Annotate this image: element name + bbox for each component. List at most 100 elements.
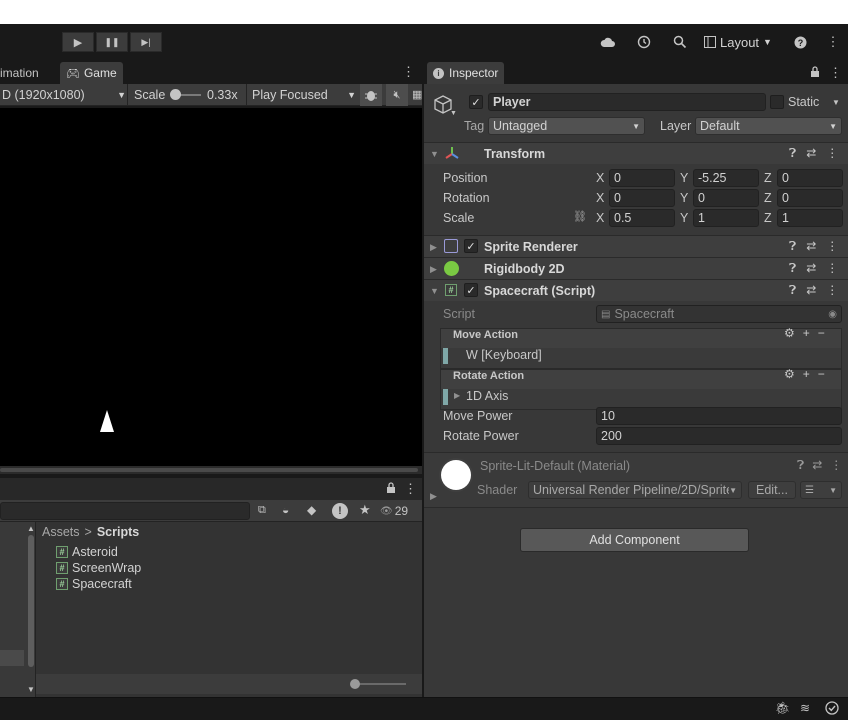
- scale-x-field[interactable]: 0.5: [609, 209, 675, 227]
- move-binding[interactable]: W [Keyboard]: [466, 348, 542, 362]
- panel-menu-icon[interactable]: ⋮: [829, 65, 842, 81]
- object-picker-icon[interactable]: ◉: [828, 309, 837, 320]
- shader-edit-button[interactable]: Edit...: [748, 481, 796, 499]
- position-z-field[interactable]: 0: [777, 169, 843, 187]
- component-menu-icon[interactable]: ⋮: [826, 283, 838, 298]
- component-menu-icon[interactable]: ⋮: [826, 261, 838, 276]
- constrain-proportions-icon[interactable]: ⛓︎: [573, 210, 587, 223]
- preset-icon[interactable]: ⇄: [812, 458, 822, 473]
- component-menu-icon[interactable]: ⋮: [830, 458, 842, 473]
- alert-icon[interactable]: !: [332, 503, 348, 519]
- enabled-checkbox[interactable]: ✓: [464, 239, 478, 253]
- script-field[interactable]: ▤ Spacecraft ◉: [596, 305, 842, 323]
- gear-icon[interactable]: ⚙: [784, 326, 795, 340]
- visible-count[interactable]: 👁︎ 29: [380, 500, 422, 522]
- rotate-binding[interactable]: 1D Axis: [466, 389, 508, 403]
- rotation-y-field[interactable]: 0: [693, 189, 759, 207]
- icon-size-slider-handle[interactable]: [350, 679, 360, 689]
- position-x-field[interactable]: 0: [609, 169, 675, 187]
- preset-icon[interactable]: ⇄: [806, 261, 816, 276]
- rotation-x-field[interactable]: 0: [609, 189, 675, 207]
- scale-z-field[interactable]: 1: [777, 209, 843, 227]
- rotation-z-field[interactable]: 0: [777, 189, 843, 207]
- label-icon[interactable]: ◆: [307, 503, 316, 517]
- chevron-down-icon[interactable]: ▼: [450, 110, 457, 117]
- star-icon[interactable]: ★: [359, 502, 371, 518]
- preset-icon[interactable]: ⇄: [806, 239, 816, 254]
- rigidbody-header[interactable]: ▶ Rigidbody 2D ❓︎ ⇄ ⋮: [424, 257, 848, 279]
- move-power-field[interactable]: 10: [596, 407, 842, 425]
- add-component-button[interactable]: Add Component: [520, 528, 749, 552]
- scrollbar-thumb[interactable]: [28, 535, 34, 667]
- breadcrumb-scripts[interactable]: Scripts: [97, 525, 139, 539]
- help-icon[interactable]: ?: [789, 33, 811, 51]
- component-menu-icon[interactable]: ⋮: [826, 146, 838, 161]
- mute-audio-icon[interactable]: 🔇︎: [386, 84, 408, 106]
- cloud-icon[interactable]: [597, 33, 619, 51]
- resolution-dropdown[interactable]: D (1920x1080) ▼: [2, 86, 126, 104]
- shader-options-dropdown[interactable]: ☰ ▼: [800, 481, 842, 499]
- play-mode-dropdown[interactable]: Play Focused ▼: [252, 86, 356, 104]
- breadcrumb-assets[interactable]: Assets: [42, 525, 80, 539]
- remove-binding-icon[interactable]: −: [818, 326, 825, 340]
- layout-dropdown[interactable]: Layout ▼: [704, 33, 772, 51]
- remove-binding-icon[interactable]: −: [818, 367, 825, 381]
- foldout-closed-icon[interactable]: ▶: [454, 391, 460, 400]
- sprite-renderer-header[interactable]: ▶ ✓ Sprite Renderer ❓︎ ⇄ ⋮: [424, 235, 848, 257]
- tab-game[interactable]: 🎮︎ Game: [60, 62, 123, 84]
- lock-icon[interactable]: [386, 482, 396, 497]
- axis-y-label[interactable]: Y: [680, 191, 688, 205]
- step-button[interactable]: ▶|: [130, 32, 162, 52]
- project-search-input[interactable]: [0, 502, 250, 520]
- component-menu-icon[interactable]: ⋮: [826, 239, 838, 254]
- preset-icon[interactable]: ⇄: [806, 283, 816, 298]
- shader-dropdown[interactable]: Universal Render Pipeline/2D/Sprite ▼: [528, 481, 742, 499]
- help-icon[interactable]: ❓︎: [789, 261, 796, 276]
- filter-type-icon[interactable]: ◒: [282, 503, 289, 517]
- object-name-field[interactable]: Player: [488, 93, 766, 111]
- scroll-down-icon[interactable]: ▼: [27, 685, 35, 694]
- scale-y-field[interactable]: 1: [693, 209, 759, 227]
- help-icon[interactable]: ❓︎: [797, 458, 804, 473]
- preset-icon[interactable]: ⇄: [806, 146, 816, 161]
- axis-y-label[interactable]: Y: [680, 171, 688, 185]
- layer-dropdown[interactable]: Default ▼: [695, 117, 842, 135]
- gear-icon[interactable]: ⚙: [784, 367, 795, 381]
- game-view[interactable]: [0, 108, 422, 466]
- foldout-open-icon[interactable]: ▼: [430, 286, 439, 296]
- history-icon[interactable]: [633, 33, 655, 51]
- folder-tree-scrollbar[interactable]: ▲ ▼: [27, 524, 35, 694]
- foldout-open-icon[interactable]: ▼: [430, 149, 439, 159]
- scale-slider-handle[interactable]: [170, 89, 181, 100]
- axis-z-label[interactable]: Z: [764, 171, 772, 185]
- scene-search-icon[interactable]: ⧉: [258, 504, 266, 517]
- axis-x-label[interactable]: X: [596, 171, 604, 185]
- foldout-closed-icon[interactable]: ▶: [430, 242, 437, 253]
- foldout-closed-icon[interactable]: ▶: [430, 264, 437, 275]
- chevron-down-icon[interactable]: ▼: [832, 98, 840, 107]
- help-icon[interactable]: ❓︎: [789, 283, 796, 298]
- add-binding-icon[interactable]: +: [803, 326, 810, 340]
- stats-icon[interactable]: ▦: [412, 88, 422, 101]
- material-preview[interactable]: [441, 460, 471, 490]
- list-item[interactable]: # Spacecraft: [56, 576, 132, 592]
- transform-header[interactable]: ▼ Transform ❓︎ ⇄ ⋮: [424, 142, 848, 164]
- lock-icon[interactable]: [810, 66, 820, 81]
- axis-z-label[interactable]: Z: [764, 191, 772, 205]
- panel-menu-icon[interactable]: ⋮: [404, 481, 417, 497]
- axis-x-label[interactable]: X: [596, 191, 604, 205]
- scrollbar-thumb[interactable]: [0, 468, 418, 472]
- help-icon[interactable]: ❓︎: [789, 146, 796, 161]
- list-item[interactable]: # ScreenWrap: [56, 560, 141, 576]
- check-circle-icon[interactable]: [825, 701, 839, 718]
- list-item[interactable]: # Asteroid: [56, 544, 118, 560]
- tab-menu-icon[interactable]: ⋮: [402, 64, 415, 80]
- position-y-field[interactable]: -5.25: [693, 169, 759, 187]
- play-button[interactable]: ▶: [62, 32, 94, 52]
- tag-dropdown[interactable]: Untagged ▼: [488, 117, 645, 135]
- add-binding-icon[interactable]: +: [803, 367, 810, 381]
- scroll-up-icon[interactable]: ▲: [27, 524, 35, 533]
- tab-inspector[interactable]: i Inspector: [427, 62, 505, 84]
- axis-x-label[interactable]: X: [596, 211, 604, 225]
- axis-y-label[interactable]: Y: [680, 211, 688, 225]
